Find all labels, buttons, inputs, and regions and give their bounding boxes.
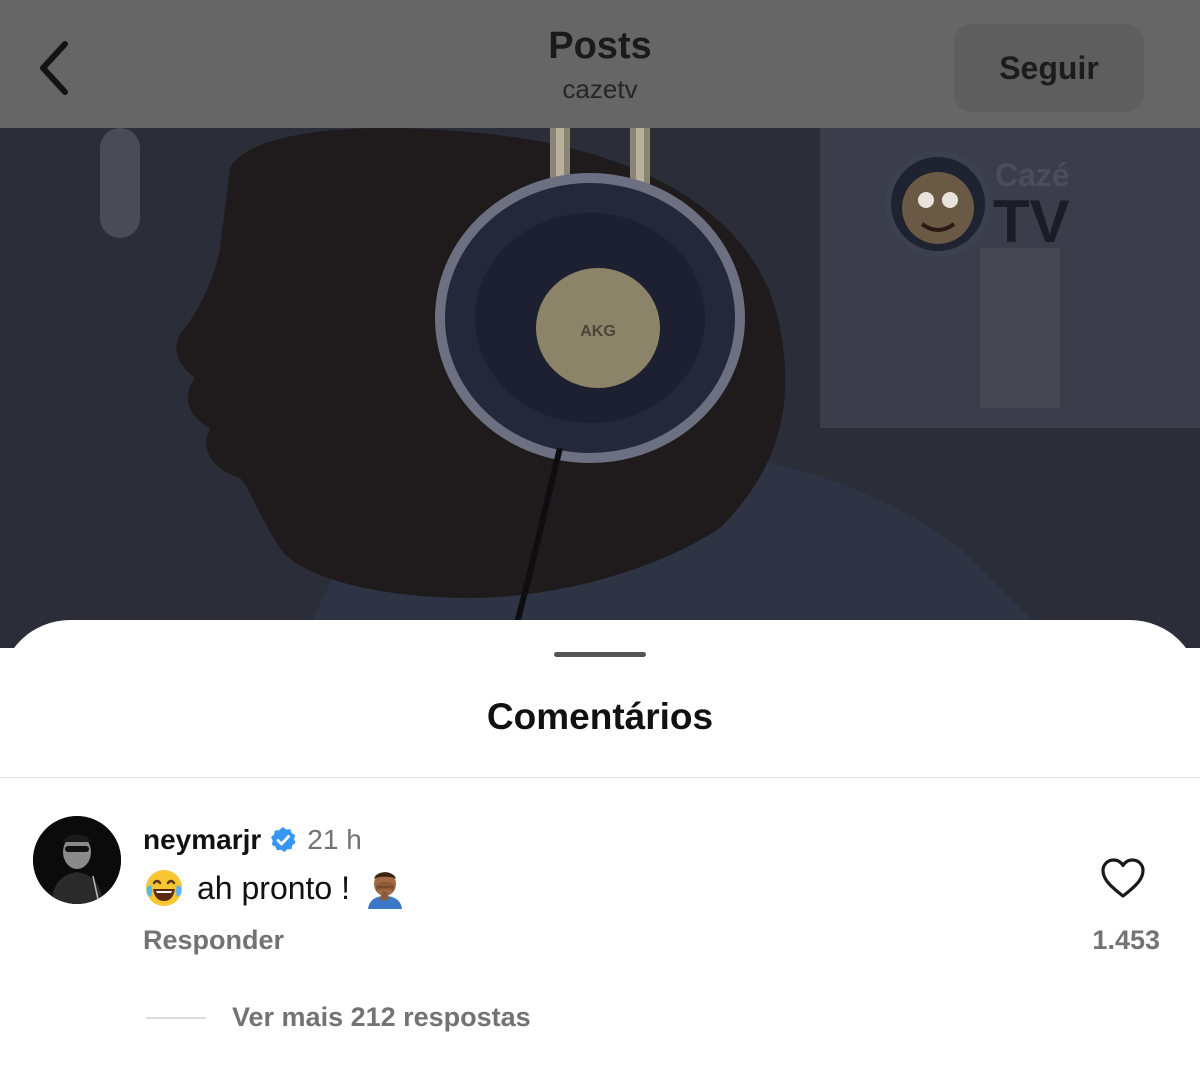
follow-button[interactable]: Seguir	[954, 24, 1144, 112]
sheet-grabber[interactable]	[554, 652, 646, 657]
post-image: AKG Cazé TV	[0, 128, 1200, 648]
comment-header: neymarjr 21 h	[143, 820, 362, 860]
watermark-line2: TV	[993, 188, 1070, 255]
reply-button[interactable]: Responder	[143, 925, 284, 956]
headphone-brand-text: AKG	[580, 323, 616, 340]
comment-body: ah pronto !	[143, 866, 406, 910]
comments-title: Comentários	[486, 696, 714, 737]
comments-sheet: Comentários neymarjr 21 h ah pronto ! Re…	[0, 620, 1200, 1087]
heart-icon[interactable]	[1100, 856, 1146, 902]
verified-badge-icon	[271, 827, 296, 853]
top-nav-bar: Posts cazetv Seguir	[0, 0, 1200, 128]
comment-username[interactable]: neymarjr	[143, 824, 261, 856]
cazetv-logo	[885, 151, 991, 257]
like-count: 1.453	[1092, 925, 1160, 955]
replies-line	[146, 1017, 206, 1019]
divider	[0, 777, 1200, 778]
man-facepalming-icon	[368, 872, 402, 909]
comment-time: 21 h	[307, 824, 362, 855]
face-with-tears-of-joy-icon	[146, 870, 182, 906]
avatar[interactable]	[33, 816, 121, 904]
view-more-replies-button[interactable]: Ver mais 212 respostas	[232, 1002, 531, 1033]
comment-text: ah pronto !	[197, 869, 350, 906]
